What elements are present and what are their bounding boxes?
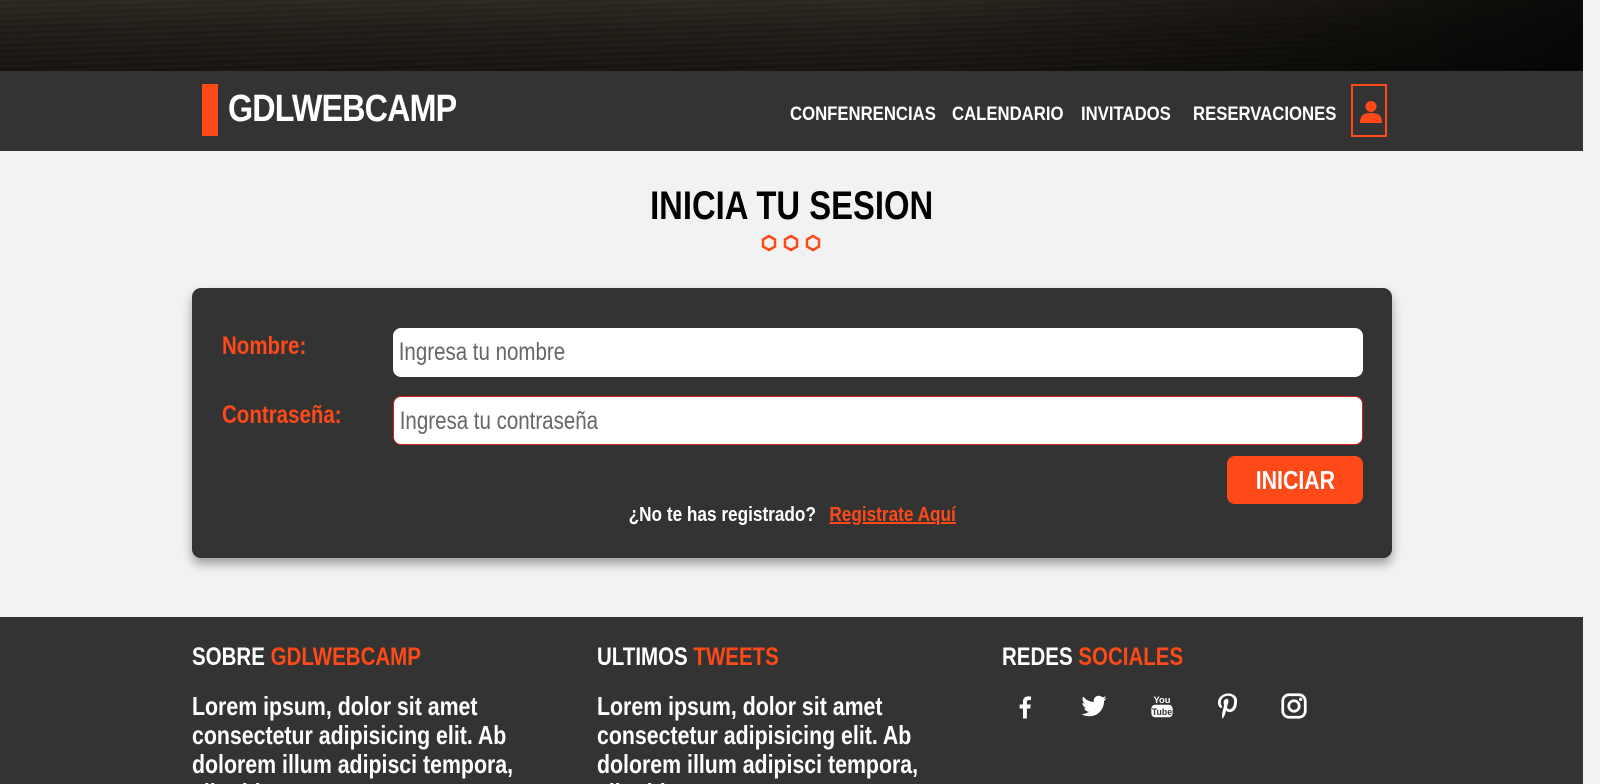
footer-social-title: REDES SOCIALES: [1002, 643, 1184, 671]
logo-bar: [202, 84, 218, 136]
hexagon-divider-icon: [761, 234, 821, 252]
register-link[interactable]: Registrate Aquí: [829, 504, 955, 526]
nav-item-invitados[interactable]: INVITADOS: [1081, 104, 1171, 126]
twitter-icon[interactable]: [1079, 691, 1109, 721]
password-input[interactable]: [394, 397, 1362, 444]
name-input[interactable]: [393, 328, 1361, 377]
submit-button[interactable]: INICIAR: [1227, 456, 1363, 504]
nav-item-conferencias[interactable]: CONFENRENCIAS: [790, 104, 936, 126]
footer-tweets: ULTIMOS TWEETS Lorem ipsum, dolor sit am…: [597, 643, 987, 784]
facebook-icon[interactable]: [1010, 691, 1040, 721]
footer: SOBRE GDLWEBCAMP Lorem ipsum, dolor sit …: [0, 617, 1583, 784]
svg-text:Tube: Tube: [1152, 707, 1172, 717]
svg-text:You: You: [1154, 695, 1171, 705]
youtube-icon[interactable]: You Tube: [1147, 691, 1177, 721]
hero-banner: [0, 0, 1583, 71]
register-row: ¿No te has registrado? Registrate Aquí: [192, 504, 1392, 527]
nav-item-reservaciones[interactable]: RESERVACIONES: [1193, 104, 1336, 126]
nav-item-calendario[interactable]: CALENDARIO: [952, 104, 1063, 126]
instagram-icon[interactable]: [1279, 691, 1309, 721]
login-form: Nombre: Contraseña: INICIAR ¿No te has r…: [192, 288, 1392, 558]
password-field-wrapper: [393, 396, 1363, 445]
logo[interactable]: GDLWEBCAMP: [228, 88, 457, 131]
pinterest-icon[interactable]: [1213, 691, 1243, 721]
user-icon: [1360, 101, 1382, 123]
page-title: INICIA TU SESION: [649, 184, 934, 228]
name-field-wrapper: [393, 328, 1363, 377]
footer-social: REDES SOCIALES: [1002, 643, 1392, 672]
page: GDLWEBCAMP CONFENRENCIAS CALENDARIO INVI…: [0, 0, 1583, 784]
social-links: You Tube: [1003, 691, 1323, 731]
footer-about-text: Lorem ipsum, dolor sit amet consectetur …: [192, 691, 514, 784]
user-button[interactable]: [1351, 84, 1387, 137]
password-label: Contraseña:: [222, 401, 342, 429]
footer-about-title: SOBRE GDLWEBCAMP: [192, 643, 421, 671]
footer-tweets-text: Lorem ipsum, dolor sit amet consectetur …: [597, 691, 919, 784]
navbar: GDLWEBCAMP CONFENRENCIAS CALENDARIO INVI…: [0, 71, 1583, 151]
register-prompt: ¿No te has registrado?: [628, 504, 816, 526]
footer-about: SOBRE GDLWEBCAMP Lorem ipsum, dolor sit …: [192, 643, 582, 784]
name-label: Nombre:: [222, 332, 307, 360]
footer-tweets-title: ULTIMOS TWEETS: [597, 643, 779, 671]
